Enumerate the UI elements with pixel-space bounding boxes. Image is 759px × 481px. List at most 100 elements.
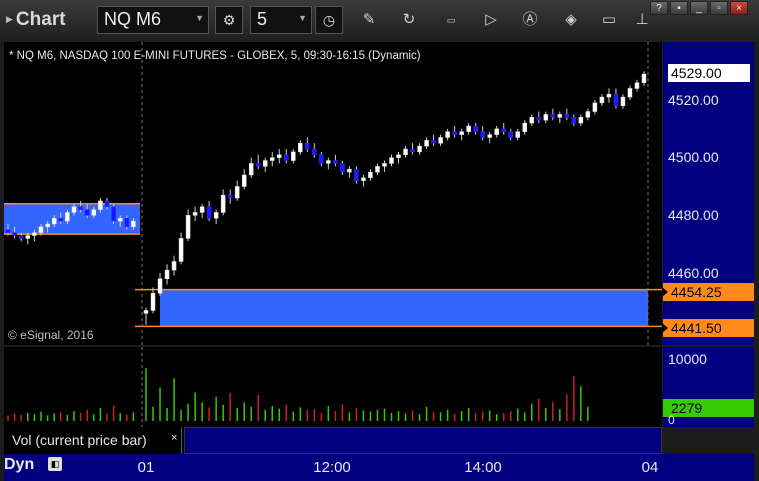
candle [234, 186, 240, 199]
price-axis[interactable]: 4529.00 4520.00 4500.00 4480.00 4460.00 … [662, 42, 754, 345]
candle [227, 194, 233, 199]
study-label[interactable]: Vol (current price bar) × [4, 427, 182, 454]
pencil-icon[interactable]: ✎ [358, 8, 380, 32]
candle [91, 209, 97, 216]
refresh-icon[interactable]: ↻ [398, 8, 420, 32]
candle [550, 114, 556, 118]
candle [634, 82, 640, 89]
candle [578, 117, 584, 124]
candle [424, 140, 429, 147]
candle [340, 163, 345, 173]
candle [78, 206, 83, 210]
candle [298, 143, 303, 153]
chevron-down-icon[interactable]: ▼ [195, 13, 204, 23]
arrow-icon [662, 287, 668, 297]
candle [284, 154, 289, 161]
lock-icon[interactable]: ◧ [48, 457, 62, 471]
candle [213, 212, 219, 219]
candle [501, 128, 506, 132]
get-icon[interactable]: ▭ [440, 8, 462, 32]
window-close-button[interactable]: × [730, 1, 748, 15]
symbol-field[interactable]: NQ M6 ▼ [97, 6, 209, 34]
candle [192, 212, 198, 216]
watermark: © eSignal, 2016 [8, 328, 94, 342]
candle [178, 238, 184, 262]
candle [32, 232, 37, 236]
candle [164, 269, 170, 280]
time-label: 12:00 [313, 459, 351, 476]
chevron-down-icon[interactable]: ▼ [298, 13, 307, 23]
candle [65, 212, 70, 222]
price-chart-canvas [4, 42, 662, 345]
window-lock-button[interactable]: ▪ [670, 1, 688, 15]
candle [529, 117, 535, 124]
volume-axis-label: 0 [668, 413, 675, 427]
dynamic-mode-label[interactable]: Dyn [4, 456, 34, 474]
volume-chart[interactable] [4, 347, 662, 427]
time-label: 14:00 [464, 459, 502, 476]
candle [270, 157, 275, 161]
window-minimize-button[interactable]: _ [690, 1, 708, 15]
candle [459, 131, 464, 135]
interval-field[interactable]: 5 ▼ [250, 6, 312, 34]
candle [291, 151, 296, 161]
candle [326, 160, 331, 164]
candle [375, 166, 380, 173]
candle [104, 200, 110, 207]
price-chart[interactable]: * NQ M6, NASDAQ 100 E-MINI FUTURES - GLO… [4, 42, 662, 345]
candle [220, 194, 226, 213]
volume-axis[interactable]: 10000 2279 0 [663, 347, 754, 427]
candle [18, 235, 24, 239]
diamond-tool-icon[interactable]: ◈ [560, 8, 582, 32]
candle [508, 131, 513, 138]
candle [248, 163, 254, 176]
level-low-tag[interactable]: 4441.50 [662, 319, 754, 337]
candle [206, 206, 212, 219]
candle [431, 140, 436, 144]
candle [627, 88, 633, 98]
window-menu-button[interactable]: ? [650, 1, 668, 15]
candle [38, 226, 44, 233]
candle [71, 206, 77, 213]
settings-gear-icon[interactable]: ⚙ [215, 6, 243, 34]
candle [410, 148, 415, 153]
candle [312, 148, 317, 156]
candle [58, 217, 64, 222]
candle [445, 131, 450, 138]
candle [277, 154, 282, 158]
candle [396, 154, 401, 158]
candle [117, 217, 123, 222]
candle [403, 148, 408, 156]
candle [382, 163, 387, 167]
candle [592, 102, 598, 112]
candle [438, 137, 443, 144]
clock-icon[interactable]: ◷ [315, 6, 343, 34]
play-icon[interactable]: ▷ [480, 8, 502, 32]
candle [599, 96, 605, 104]
candle [417, 145, 422, 153]
chat-icon[interactable]: ▭ [598, 8, 620, 32]
candle [45, 223, 50, 228]
arrow-icon [662, 323, 668, 333]
candle [199, 206, 205, 213]
price-zone-today [160, 289, 648, 327]
text-a-icon[interactable]: Ⓐ [519, 8, 541, 32]
chart-header: * NQ M6, NASDAQ 100 E-MINI FUTURES - GLO… [9, 50, 421, 62]
study-label-bar [184, 427, 662, 454]
candle [613, 93, 619, 107]
candle [347, 168, 352, 173]
close-icon[interactable]: × [171, 425, 177, 452]
candle [389, 157, 394, 164]
app-title[interactable]: ▶ Chart [6, 9, 66, 31]
time-axis[interactable]: Dyn ◧ 01 12:00 14:00 04 [4, 454, 754, 481]
candle [473, 125, 478, 132]
candle [12, 232, 17, 236]
window-maximize-button[interactable]: ▫ [710, 1, 728, 15]
chart-caret-icon[interactable]: ▶ [6, 14, 13, 24]
candle [84, 209, 90, 216]
volume-axis-label: 10000 [668, 351, 707, 367]
candle [536, 117, 542, 121]
title-bar: ▶ Chart NQ M6 ▼ ⚙ 5 ▼ ◷ ✎ ↻ ▭ ▷ Ⓐ ◈ ▭ ⊥ ? ▪… [0, 0, 759, 42]
level-high-tag[interactable]: 4454.25 [662, 283, 754, 301]
candle [262, 160, 268, 167]
